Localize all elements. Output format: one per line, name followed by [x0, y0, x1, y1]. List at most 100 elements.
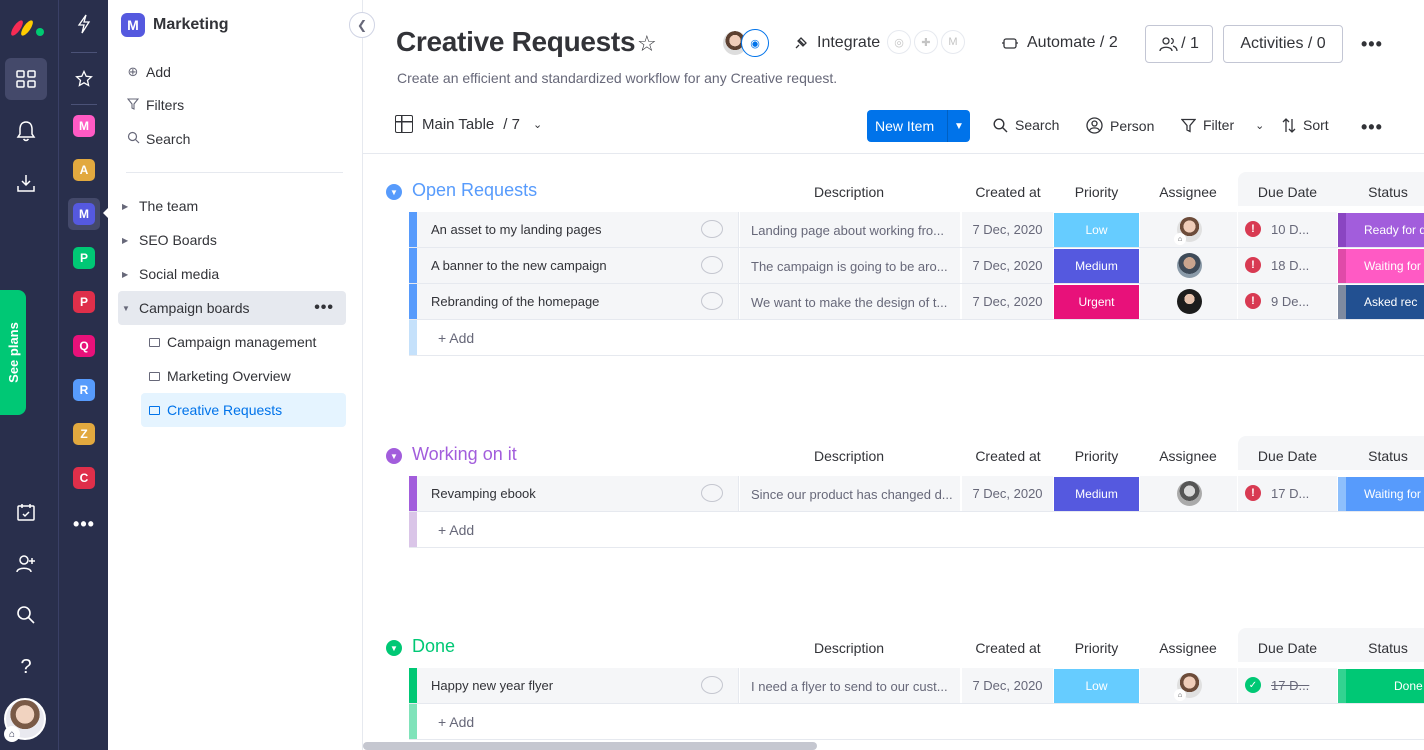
board-description[interactable]: Create an efficient and standardized wor… — [397, 70, 837, 86]
workspace-p-icon[interactable]: P — [73, 247, 95, 269]
automate-button[interactable]: Automate / 2 — [1001, 34, 1118, 52]
search-icon[interactable] — [5, 594, 47, 636]
assignee-cell[interactable] — [1140, 476, 1237, 511]
column-header-assignee[interactable]: Assignee — [1140, 184, 1236, 200]
description-cell[interactable]: We want to make the design of t... — [740, 284, 961, 319]
due-date-cell[interactable]: ! 18 D... — [1238, 248, 1337, 283]
workspace-header[interactable]: M Marketing — [121, 13, 229, 37]
board-campaign-management[interactable]: Campaign management — [141, 325, 346, 359]
assignee-cell[interactable]: ⌂ — [1140, 212, 1237, 247]
table-row[interactable]: A banner to the new campaign The campaig… — [409, 248, 1424, 284]
workspace-z-icon[interactable]: Z — [73, 423, 95, 445]
column-header-created[interactable]: Created at — [963, 184, 1053, 200]
updates-chat-icon[interactable] — [701, 220, 723, 238]
assignee-cell[interactable] — [1140, 284, 1237, 319]
updates-chat-icon[interactable] — [701, 292, 723, 310]
item-cell[interactable]: Revamping ebook — [417, 476, 739, 511]
help-icon[interactable]: ? — [5, 646, 47, 688]
column-header-created[interactable]: Created at — [963, 448, 1053, 464]
column-header-priority[interactable]: Priority — [1054, 640, 1139, 656]
column-header-description[interactable]: Description — [749, 640, 949, 656]
status-cell[interactable]: Done — [1338, 669, 1424, 703]
board-marketing-overview[interactable]: Marketing Overview — [141, 359, 346, 393]
board-creative-requests[interactable]: Creative Requests — [141, 393, 346, 427]
workspace-marketing-selected[interactable]: M — [68, 198, 100, 230]
horizontal-scrollbar[interactable] — [363, 742, 817, 750]
main-table-view-tab[interactable]: Main Table / 7 ⌄ — [395, 115, 542, 133]
workspace-c-icon[interactable]: C — [73, 467, 95, 489]
filter-button[interactable]: Filter ⌄ — [1181, 117, 1264, 133]
favorites-star-icon[interactable] — [73, 68, 95, 90]
column-header-priority[interactable]: Priority — [1054, 448, 1139, 464]
add-item-row[interactable]: + Add — [409, 704, 1424, 740]
folder-the-team[interactable]: ▶ The team — [122, 198, 198, 214]
status-cell[interactable]: Ready for d — [1338, 213, 1424, 247]
workspace-r-icon[interactable]: R — [73, 379, 95, 401]
item-cell[interactable]: A banner to the new campaign — [417, 248, 739, 283]
column-header-due-date[interactable]: Due Date — [1238, 640, 1337, 656]
activities-button[interactable]: Activities / 0 — [1223, 25, 1343, 63]
see-plans-button[interactable]: See plans — [0, 290, 26, 415]
item-cell[interactable]: Rebranding of the homepage — [417, 284, 739, 319]
new-item-button[interactable]: New Item ▼ — [867, 110, 970, 142]
priority-cell[interactable]: Urgent — [1054, 285, 1139, 319]
updates-chat-icon[interactable] — [701, 676, 723, 694]
folder-campaign-boards[interactable]: ▼ Campaign boards ••• — [118, 291, 346, 325]
workspace-a-icon[interactable]: A — [73, 159, 95, 181]
column-header-status[interactable]: Status — [1338, 184, 1424, 200]
person-filter-button[interactable]: Person — [1086, 117, 1154, 134]
apps-grid-icon[interactable] — [5, 58, 47, 100]
column-header-due-date[interactable]: Due Date — [1238, 448, 1337, 464]
sort-button[interactable]: Sort — [1282, 117, 1329, 133]
column-header-priority[interactable]: Priority — [1054, 184, 1139, 200]
due-date-cell[interactable]: ✓ 17 D... — [1238, 668, 1337, 703]
notifications-bell-icon[interactable] — [5, 110, 47, 152]
group-collapse-icon[interactable]: ▼ — [386, 184, 402, 200]
group-collapse-icon[interactable]: ▼ — [386, 448, 402, 464]
item-cell[interactable]: An asset to my landing pages — [417, 212, 739, 247]
workspace-p-icon[interactable]: P — [73, 291, 95, 313]
table-row[interactable]: Rebranding of the homepage We want to ma… — [409, 284, 1424, 320]
sidebar-filters-button[interactable]: Filters — [126, 97, 184, 113]
column-header-status[interactable]: Status — [1338, 448, 1424, 464]
column-header-assignee[interactable]: Assignee — [1140, 448, 1236, 464]
group-title[interactable]: Done — [412, 636, 455, 657]
favorite-star-icon[interactable]: ☆ — [637, 31, 657, 57]
description-cell[interactable]: The campaign is going to be aro... — [740, 248, 961, 283]
column-header-description[interactable]: Description — [749, 184, 949, 200]
priority-cell[interactable]: Medium — [1054, 249, 1139, 283]
priority-cell[interactable]: Medium — [1054, 477, 1139, 511]
folder-more-icon[interactable]: ••• — [314, 299, 334, 317]
table-row[interactable]: Happy new year flyer I need a flyer to s… — [409, 668, 1424, 704]
group-collapse-icon[interactable]: ▼ — [386, 640, 402, 656]
updates-chat-icon[interactable] — [701, 484, 723, 502]
table-row[interactable]: Revamping ebook Since our product has ch… — [409, 476, 1424, 512]
column-header-status[interactable]: Status — [1338, 640, 1424, 656]
updates-chat-icon[interactable] — [701, 256, 723, 274]
board-more-icon[interactable]: ••• — [1361, 34, 1383, 55]
add-item-row[interactable]: + Add — [409, 512, 1424, 548]
collapse-sidebar-button[interactable]: ❮ — [349, 12, 375, 38]
table-row[interactable]: An asset to my landing pages Landing pag… — [409, 212, 1424, 248]
chevron-down-icon[interactable]: ▼ — [948, 121, 970, 132]
add-item-label[interactable]: + Add — [438, 330, 474, 346]
monday-logo-icon[interactable] — [9, 10, 49, 38]
workspace-q-icon[interactable]: Q — [73, 335, 95, 357]
sidebar-add-button[interactable]: ⊕ Add — [126, 64, 171, 80]
group-title[interactable]: Working on it — [412, 444, 517, 465]
description-cell[interactable]: Landing page about working fro... — [740, 212, 961, 247]
board-title[interactable]: Creative Requests — [396, 26, 636, 58]
add-item-row[interactable]: + Add — [409, 320, 1424, 356]
members-button[interactable]: / 1 — [1145, 25, 1213, 63]
column-header-created[interactable]: Created at — [963, 640, 1053, 656]
priority-cell[interactable]: Low — [1054, 213, 1139, 247]
add-item-label[interactable]: + Add — [438, 714, 474, 730]
folder-social-media[interactable]: ▶ Social media — [122, 266, 219, 282]
due-date-cell[interactable]: ! 17 D... — [1238, 476, 1337, 511]
more-workspaces-icon[interactable]: ••• — [73, 513, 95, 535]
item-name[interactable]: Happy new year flyer — [431, 678, 553, 693]
item-cell[interactable]: Happy new year flyer — [417, 668, 739, 703]
inbox-download-icon[interactable] — [5, 162, 47, 204]
status-cell[interactable]: Asked rec — [1338, 285, 1424, 319]
item-name[interactable]: Rebranding of the homepage — [431, 294, 599, 309]
